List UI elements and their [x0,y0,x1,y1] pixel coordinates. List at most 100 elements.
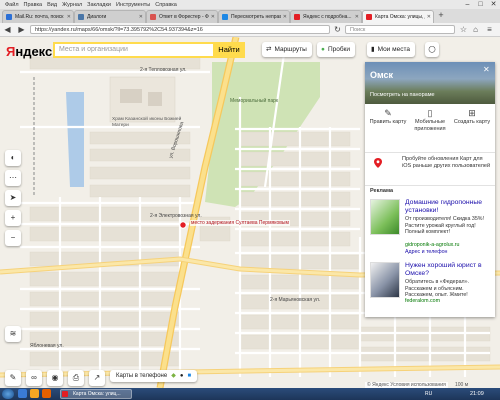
forum-favicon-icon [150,14,156,20]
ruler-tool-icon[interactable]: ✎ [5,370,21,386]
hydroponics-ad-image[interactable] [370,199,400,235]
browser-menu-icon[interactable]: ≡ [484,24,495,35]
layers-control-icon[interactable]: ◐ [5,150,21,166]
menu-tools[interactable]: Инструменты [116,2,150,8]
user-avatar-button[interactable]: ◯ [425,42,439,57]
window-controls: – □ ✕ [463,0,498,9]
tab-yandex[interactable]: Яндекс с подробна... ✕ [290,10,362,23]
taskbar-window-button[interactable]: Карта Омска: улиц... [60,389,132,399]
map-label-church: Храм Казанской иконы Божией Матери [112,117,182,128]
maps-in-phone-label: Карты в телефоне [116,373,168,379]
close-window-icon[interactable]: ✕ [489,1,498,9]
layers-icon[interactable]: ≋ [5,326,21,342]
android-icon: ◆ [171,373,176,379]
create-map-icon: ⊞ [468,108,476,118]
firefox-taskbar-icon[interactable] [42,389,51,398]
geolocation-icon[interactable]: ➤ [5,190,21,206]
create-map-label: Создать карту [453,119,491,125]
reload-icon[interactable]: ↻ [332,24,343,35]
menu-help[interactable]: Справка [155,2,177,8]
map-search-input[interactable]: Места и организации [53,42,213,58]
tab-close-icon[interactable]: ✕ [425,14,433,20]
binoculars-icon[interactable]: ∞ [26,370,42,386]
windows-icon: ■ [187,373,192,379]
tab-dialogs[interactable]: Диалоги ✕ [74,10,146,23]
home-icon[interactable]: ⌂ [470,24,481,35]
map-pin-icon [374,158,382,168]
traffic-light-icon: ● [321,46,325,53]
menu-history[interactable]: Журнал [62,2,82,8]
taskbar-window-icon [62,391,68,397]
forward-icon[interactable]: ▶ [16,24,27,35]
taskbar-clock[interactable]: 21:09 [470,389,484,399]
tab-close-icon[interactable]: ✕ [353,14,361,20]
menu-file[interactable]: Файл [5,2,19,8]
traffic-camera-icon[interactable]: ◉ [47,370,63,386]
ad-link[interactable]: federalom.com [405,298,440,304]
routes-button[interactable]: ⇄ Маршруты [262,42,312,57]
maximize-icon[interactable]: □ [476,1,485,9]
tab-mail[interactable]: Mail.Ru: почта, поиск в инт... ✕ [2,10,74,23]
tab-close-icon[interactable]: ✕ [137,14,145,20]
tab-forum[interactable]: Ответ в Форестер - Форум... ✕ [146,10,218,23]
close-panel-icon[interactable]: ✕ [483,65,490,74]
find-button[interactable]: Найти [213,42,245,58]
map-label-elektrovoznaya: 2-я Электровозная ул. [150,213,202,219]
ad-title[interactable]: Домашние гидропонные установки! [405,199,491,215]
user-icon: ◯ [428,46,436,53]
zoom-out-button[interactable]: − [5,230,21,246]
traffic-button[interactable]: ● Пробки [317,42,356,57]
minimize-icon[interactable]: – [463,1,472,9]
yandex-logo-text: ндекс [15,44,53,59]
tab-label: Mail.Ru: почта, поиск в инт... [15,14,65,20]
vk-favicon-icon [78,14,84,20]
lawyer-ad-image[interactable] [370,262,400,298]
zoom-in-button[interactable]: + [5,210,21,226]
maps-in-phone-button[interactable]: Карты в телефоне ◆ ● ■ [110,370,198,382]
phone-icon: ▯ [427,108,433,118]
ad-link[interactable]: gidroponik-a-agrolux.ru [405,242,459,248]
menu-bookmarks[interactable]: Закладки [87,2,111,8]
edit-map-action[interactable]: ✎ Править карту [367,108,409,126]
ios-update-promo[interactable]: Пробуйте обновления Карт для iOS раньше … [402,156,490,170]
tab-label: Яндекс с подробна... [303,14,352,20]
page-favicon-icon [222,14,228,20]
marker-label[interactable]: место задержания Султаева Пермяковым [190,220,290,226]
tab-close-icon[interactable]: ✕ [65,14,73,20]
city-title: Омск [370,70,394,80]
panorama-link[interactable]: Посмотреть на панораме [370,92,435,98]
url-input[interactable]: https://yandex.ru/maps/66/omsk/?ll=73.39… [30,25,330,34]
explorer-taskbar-icon[interactable] [18,389,27,398]
yandex-maps-favicon-icon [366,14,372,20]
mobile-apps-label: Мобильные приложения [414,119,446,132]
start-button[interactable] [2,389,14,399]
browser-search-input[interactable]: Поиск [345,25,455,34]
menu-edit[interactable]: Правка [24,2,43,8]
share-icon[interactable]: ↗ [89,370,105,386]
ruler-icon[interactable]: ⋯ [5,170,21,186]
ad-address-link[interactable]: Адрес и телефон [405,249,491,256]
ad-text: Обратитесь в «Федерал». Расскажем и объя… [405,279,470,298]
bookmark-star-icon[interactable]: ☆ [458,24,469,35]
tab-omsk-map[interactable]: Карта Омска: улицы, дома... ✕ [362,10,434,23]
mobile-apps-action[interactable]: ▯ Мобильные приложения [409,108,451,133]
navigation-bar: ◀ ▶ https://yandex.ru/maps/66/omsk/?ll=7… [0,23,500,37]
browser-menubar: Файл Правка Вид Журнал Закладки Инструме… [0,0,500,9]
traffic-label: Пробки [327,46,351,53]
tab-close-icon[interactable]: ✕ [209,14,217,20]
print-icon[interactable]: ⎙ [68,370,84,386]
tab-strip: Mail.Ru: почта, поиск в инт... ✕ Диалоги… [0,9,500,24]
tab-close-icon[interactable]: ✕ [281,14,289,20]
language-indicator[interactable]: RU [425,389,432,399]
my-places-button[interactable]: ▮ Мои места [367,42,415,57]
yandex-favicon-icon [294,14,300,20]
pencil-icon: ✎ [384,108,392,118]
create-map-action[interactable]: ⊞ Создать карту [451,108,493,126]
tab-review[interactable]: Пересмотреть неправосуд... ✕ [218,10,290,23]
menu-view[interactable]: Вид [47,2,57,8]
new-tab-button[interactable]: + [436,10,446,21]
ad-title[interactable]: Нужен хороший юрист в Омске? [405,262,491,278]
yandex-logo[interactable]: Яндекс [6,44,52,59]
back-icon[interactable]: ◀ [2,24,13,35]
folder-taskbar-icon[interactable] [30,389,39,398]
